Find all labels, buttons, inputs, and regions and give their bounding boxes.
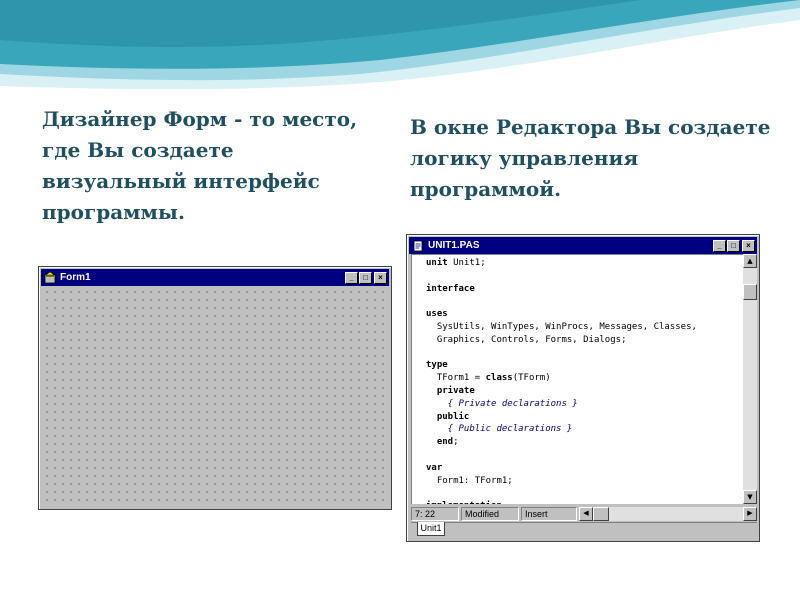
code-line[interactable]: interface [426, 283, 743, 296]
code-line[interactable]: { Public declarations } [426, 423, 743, 436]
scroll-thumb[interactable] [743, 284, 757, 300]
code-line[interactable]: Form1: TForm1; [426, 475, 743, 488]
code-keyword: implementation [426, 501, 502, 504]
code-keyword: var [426, 462, 443, 473]
code-line[interactable] [426, 347, 743, 360]
code-line[interactable] [426, 295, 743, 308]
code-keyword: public [426, 411, 470, 422]
code-text: SysUtils, WinTypes, WinProcs, Messages, … [426, 321, 697, 332]
code-line[interactable]: end; [426, 436, 743, 449]
code-line[interactable]: { Private declarations } [426, 398, 743, 411]
editor-window-title: UNIT1.PAS [428, 240, 480, 251]
header-wave-decoration [0, 0, 800, 90]
editor-status-bar: 7: 22 Modified Insert ◀ ▶ [411, 506, 757, 521]
horizontal-scroll-thumb[interactable] [593, 506, 609, 521]
code-line[interactable]: SysUtils, WinTypes, WinProcs, Messages, … [426, 321, 743, 334]
code-line[interactable]: public [426, 411, 743, 424]
editor-caption: В окне Редактора Вы создаете логику упра… [410, 115, 771, 201]
source-code-area[interactable]: unit Unit1; interface uses SysUtils, WinTy… [411, 254, 743, 504]
code-text: TForm1 = [426, 373, 486, 384]
code-text: ; [453, 437, 459, 448]
designer-caption: Дизайнер Форм - то место, где Вы создает… [42, 107, 358, 224]
cursor-position: 7: 22 [411, 506, 459, 521]
code-text: (TForm) [512, 373, 551, 384]
code-line[interactable]: unit Unit1; [426, 257, 743, 270]
code-editor-window[interactable]: UNIT1.PAS _ □ × unit Unit1; interface uses… [406, 234, 760, 542]
maximize-button[interactable]: □ [727, 239, 740, 252]
code-keyword: private [426, 385, 475, 396]
code-comment: { Private declarations } [426, 398, 578, 409]
code-line[interactable]: var [426, 462, 743, 475]
code-text: Unit1; [447, 258, 486, 268]
code-line[interactable]: Graphics, Controls, Forms, Dialogs; [426, 334, 743, 347]
form-title-bar[interactable]: Form1 _ □ × [41, 269, 389, 286]
minimize-button[interactable]: _ [345, 271, 358, 284]
close-button[interactable]: × [374, 271, 387, 284]
vertical-scrollbar[interactable]: ▲ ▼ [743, 254, 757, 504]
code-line[interactable]: implementation [426, 500, 743, 504]
code-comment: { Public declarations } [426, 424, 573, 435]
scroll-down-arrow-icon[interactable]: ▼ [743, 490, 757, 504]
insert-mode-indicator: Insert [521, 506, 577, 521]
form-window-title: Form1 [60, 272, 91, 283]
code-keyword: interface [426, 283, 475, 294]
code-keyword: unit [426, 258, 448, 268]
code-line[interactable]: TForm1 = class(TForm) [426, 372, 743, 385]
code-keyword: end [426, 437, 454, 448]
code-line[interactable] [426, 487, 743, 500]
maximize-button[interactable]: □ [359, 271, 372, 284]
unit-file-icon [413, 240, 423, 251]
delphi-form-icon [44, 271, 56, 283]
code-text: Graphics, Controls, Forms, Dialogs; [426, 334, 627, 345]
minimize-button[interactable]: _ [713, 239, 726, 252]
editor-tab-bar: Unit1 [411, 522, 757, 538]
code-keyword: uses [426, 309, 448, 320]
code-keyword: type [426, 360, 448, 371]
code-line[interactable]: type [426, 359, 743, 372]
form-designer-window[interactable]: Form1 _ □ × [38, 266, 392, 510]
code-line[interactable] [426, 449, 743, 462]
code-keyword: class [485, 373, 513, 384]
scroll-left-arrow-icon[interactable]: ◀ [579, 506, 593, 521]
scroll-right-arrow-icon[interactable]: ▶ [743, 506, 757, 521]
tab-unit1[interactable]: Unit1 [417, 522, 445, 536]
editor-title-bar[interactable]: UNIT1.PAS _ □ × [409, 237, 757, 254]
code-line[interactable]: private [426, 385, 743, 398]
scroll-up-arrow-icon[interactable]: ▲ [743, 254, 757, 268]
horizontal-scrollbar[interactable]: ◀ ▶ [579, 506, 757, 521]
code-line[interactable] [426, 270, 743, 283]
code-text: Form1: TForm1; [426, 475, 513, 486]
modified-indicator: Modified [461, 506, 519, 521]
code-line[interactable]: uses [426, 308, 743, 321]
form-design-surface[interactable] [41, 286, 389, 507]
close-button[interactable]: × [742, 239, 755, 252]
